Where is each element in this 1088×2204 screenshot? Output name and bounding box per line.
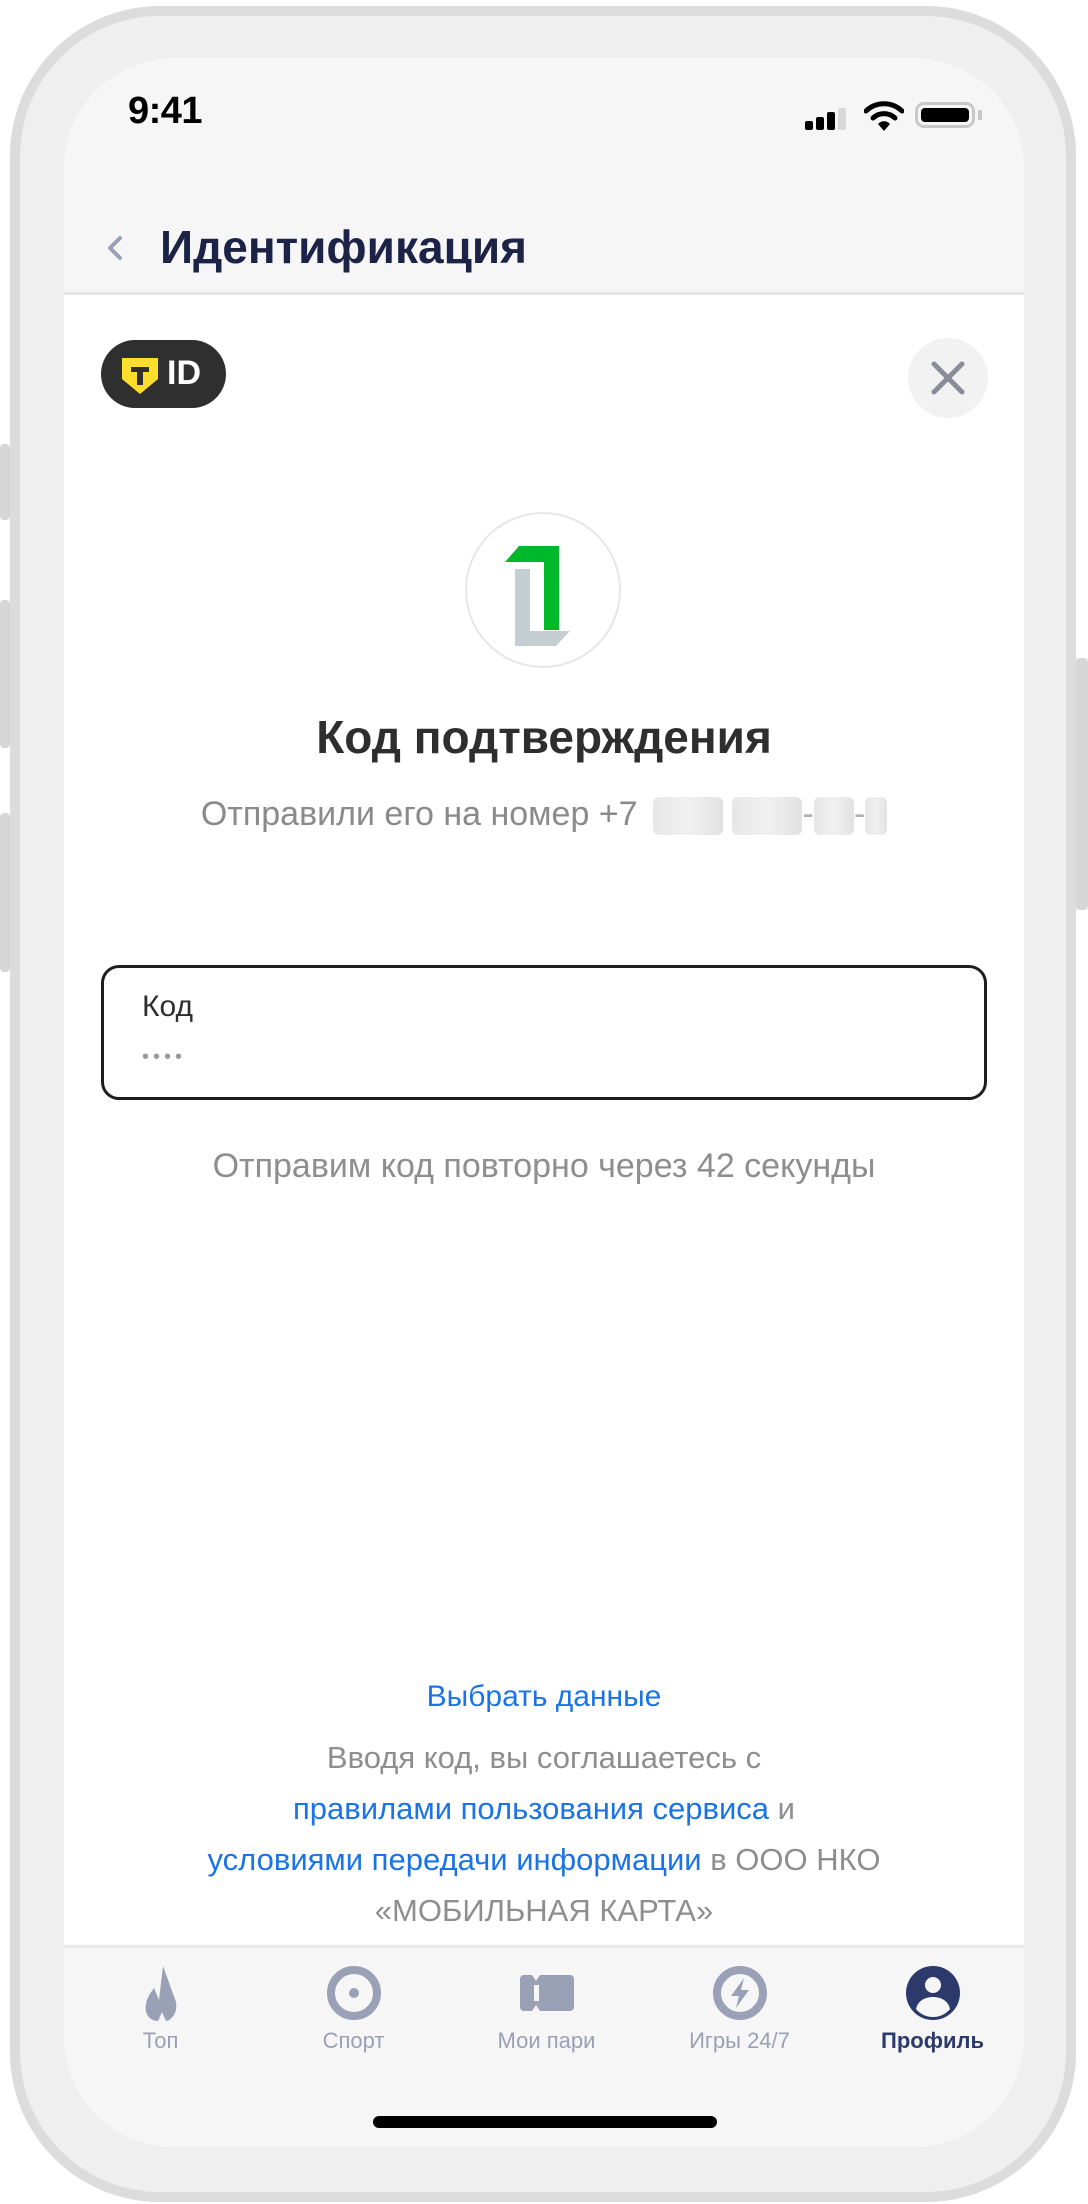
wifi-icon (864, 101, 904, 131)
tab-label: Профиль (881, 2028, 984, 2053)
legal-org-name: «МОБИЛЬНАЯ КАРТА» (374, 1893, 714, 1928)
status-bar: 9:41 (64, 58, 1024, 178)
close-icon (931, 361, 965, 395)
bank-logo-icon (505, 546, 570, 646)
legal-org: в ООО НКО (701, 1842, 881, 1877)
resend-timer-text: Отправим код повторно через 42 секунды (212, 1147, 876, 1185)
flame-icon (145, 1966, 177, 2021)
sent-to-text: Отправили его на номер +7 -- (64, 795, 1024, 836)
target-icon (327, 1966, 381, 2020)
tab-label: Топ (142, 2028, 179, 2053)
profile-icon (906, 1966, 960, 2020)
page-title: Идентификация (160, 221, 527, 273)
tab-my-bets[interactable]: Мои пари (450, 1948, 643, 2058)
volume-up-button (0, 600, 10, 748)
sent-to-prefix: Отправили его на номер +7 (200, 795, 638, 833)
masked-phone-part (732, 797, 803, 836)
close-button[interactable] (908, 338, 988, 418)
power-button (1076, 658, 1088, 910)
page-header: Идентификация (64, 208, 1024, 295)
signal-icon (805, 108, 849, 130)
choose-data-link[interactable]: Выбрать данные (64, 1680, 1024, 1714)
battery-cap (978, 110, 982, 120)
bank-logo (465, 512, 621, 668)
screen: 9:41 Идентификация ID Код подтверждения … (64, 58, 1024, 2147)
tab-games[interactable]: Игры 24/7 (643, 1948, 836, 2058)
legal-and: и (769, 1791, 795, 1826)
volume-down-button (0, 813, 10, 972)
masked-phone-part (865, 797, 888, 836)
tab-sport[interactable]: Спорт (257, 1948, 450, 2058)
code-input-placeholder: •••• (142, 1046, 187, 1068)
mute-switch (0, 444, 10, 520)
tab-label: Мои пари (497, 2028, 596, 2053)
lightning-icon (713, 1966, 767, 2020)
status-time: 9:41 (128, 90, 203, 132)
masked-phone-part (813, 797, 854, 836)
rules-link[interactable]: правилами пользования сервиса (293, 1791, 769, 1826)
tab-profile[interactable]: Профиль (836, 1948, 1024, 2058)
heading: Код подтверждения (316, 711, 772, 763)
code-input-label: Код (142, 990, 194, 1023)
tab-top[interactable]: Топ (64, 1948, 257, 2058)
tab-label: Спорт (322, 2028, 385, 2053)
shield-icon (122, 358, 158, 394)
ticket-icon (520, 1975, 574, 2011)
masked-phone-part (653, 797, 724, 836)
tab-label: Игры 24/7 (689, 2028, 790, 2053)
chevron-left-icon[interactable] (100, 226, 130, 270)
conditions-link[interactable]: условиями передачи информации (208, 1842, 702, 1877)
code-input[interactable]: Код •••• (101, 965, 987, 1100)
badge-text: ID (167, 354, 201, 392)
identification-panel: ID Код подтверждения Отправили его на но… (64, 295, 1024, 1945)
legal-text: Вводя код, вы соглашаетесь с правилами п… (64, 1732, 1024, 1936)
home-indicator[interactable] (373, 2116, 717, 2128)
t-id-badge: ID (101, 340, 226, 408)
legal-line-1: Вводя код, вы соглашаетесь с (326, 1740, 762, 1775)
battery-icon (915, 102, 975, 128)
